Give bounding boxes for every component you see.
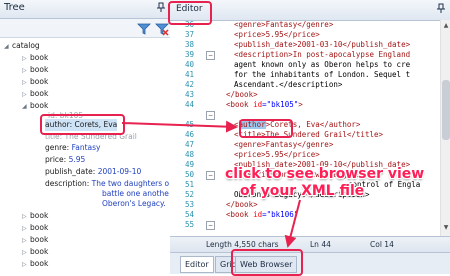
view-tabs: Editor Grid Web Browser [170,252,450,274]
editor-tab-highlight [168,1,212,25]
code-line: </book> [226,90,258,99]
collapse-arrow-icon[interactable]: ◢ [4,41,12,53]
callout-line: click to see browser view [225,166,425,182]
tree-author-highlight [40,114,125,135]
code-line: <genre>Fantasy</genre> [234,20,334,29]
code-line: <description>In post-apocalypse England [234,50,411,59]
tree-node-genre[interactable]: genre: Fantasy [45,142,100,154]
scroll-down-icon[interactable]: ▼ [442,224,450,233]
scrollbar-thumb[interactable] [442,80,450,140]
code-line: <price>5.95</price> [234,30,320,39]
tree-node-book[interactable]: ▷ book [22,258,48,270]
status-bar: Length 4,550 chars Ln 44 Col 14 [170,236,450,252]
tree-panel-header: Tree [0,0,170,19]
tree-node-book[interactable]: ▷ book [22,88,48,100]
code-line: <genre>Fantasy</genre> [234,140,334,149]
editor-author-highlight [239,119,293,138]
annotation-callout: click to see browser view of your XML fi… [225,166,450,200]
tree-toolbar [0,19,170,38]
tree-node-catalog[interactable]: ◢ catalog [4,40,40,52]
code-line: agent known only as Oberon helps to cre [234,60,411,69]
code-line: <price>5.95</price> [234,150,320,159]
tree-node-book[interactable]: ▷ book [22,76,48,88]
expand-arrow-icon[interactable]: ▷ [22,259,30,271]
editor-panel: Editor 36 37 38 39 40 41 42 43 44 45 46 … [170,0,450,274]
scroll-up-icon[interactable]: ▲ [442,22,450,31]
code-line: <publish_date>2001-03-10</publish_date> [234,40,411,49]
tree-node-book-expanded[interactable]: ◢ book [22,100,48,112]
vertical-scrollbar[interactable]: ▲ ▼ [440,20,450,236]
callout-line: of your XML file [240,183,365,199]
code-line: Ascendant.</description> [234,80,343,89]
filter-icon[interactable] [137,21,151,35]
pin-icon[interactable] [436,3,446,16]
editor-header: Editor [170,0,450,21]
code-area[interactable]: <genre>Fantasy</genre> <price>5.95</pric… [170,20,440,236]
tree-node-book[interactable]: ▷ book [22,52,48,64]
collapse-arrow-icon[interactable]: ◢ [22,101,30,113]
tab-editor[interactable]: Editor [180,256,214,273]
tree-node-book[interactable]: ▷ book [22,64,48,76]
clear-filter-icon[interactable] [155,21,169,36]
code-line: <book id="bk106" [226,210,299,219]
tree-panel-title: Tree [4,2,25,13]
status-column: Col 14 [370,240,394,249]
status-line: Ln 44 [310,240,331,249]
code-line: </book> [226,200,258,209]
tree-node-book[interactable]: ▷ book [22,222,48,234]
code-line: <book id="bk105"> [226,100,303,109]
tree-node-book[interactable]: ▷ book [22,210,48,222]
tree-node-price[interactable]: price: 5.95 [45,154,85,166]
code-line: for the inhabitants of London. Sequel t [234,70,411,79]
tree-node-book[interactable]: ▷ book [22,234,48,246]
tree-node-publish-date[interactable]: publish_date: 2001-09-10 [45,166,141,178]
tree-panel: Tree ◢ catalog ▷ book ▷ book ▷ book ▷ book ◢ b… [0,0,171,273]
web-browser-tab-highlight [231,249,303,276]
tree-node-book[interactable]: ▷ book [22,246,48,258]
tree-node-description-line: Oberon's Legacy. [102,199,166,208]
pin-icon[interactable] [155,2,167,14]
